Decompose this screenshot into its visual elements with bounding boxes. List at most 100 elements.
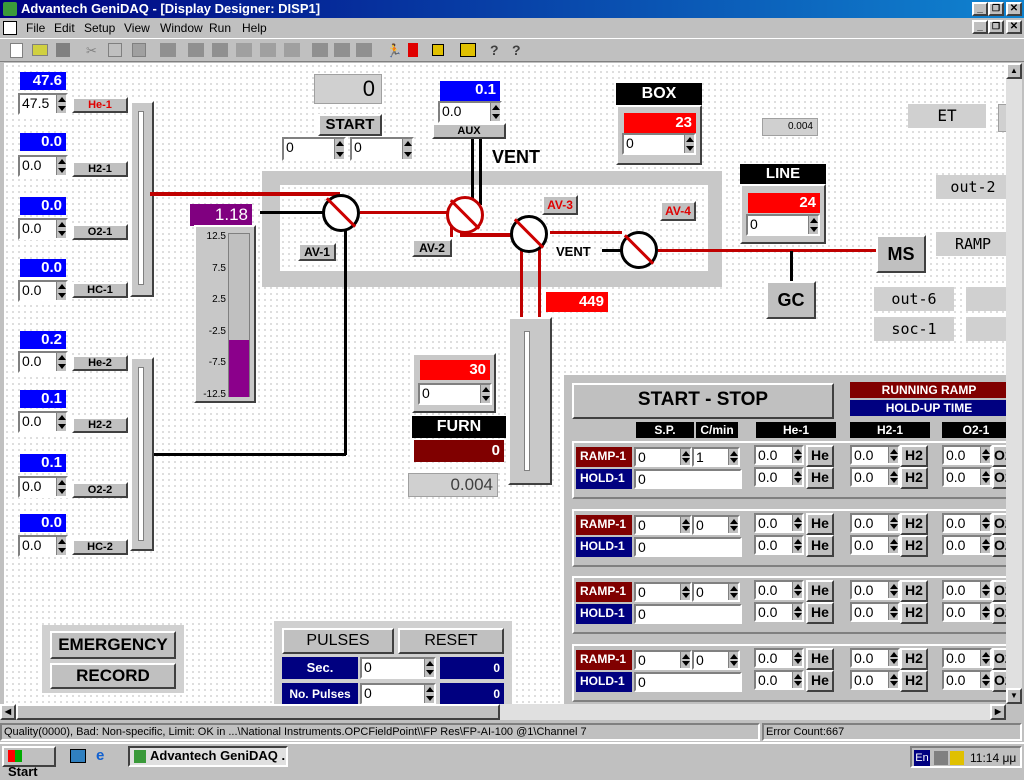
h2-a-spin[interactable] [888, 515, 898, 531]
open-icon[interactable] [32, 44, 48, 56]
tool6-icon[interactable] [284, 43, 300, 57]
h2-button[interactable]: H2 [900, 535, 928, 557]
label-av3[interactable]: AV-3 [542, 195, 578, 215]
gas-spin[interactable] [56, 413, 66, 431]
nopulses-spin[interactable] [424, 685, 434, 703]
child-minimize-button[interactable]: _ [972, 20, 988, 34]
menu-file[interactable]: File [26, 21, 45, 35]
o2-button[interactable]: O2 [992, 580, 1006, 602]
scroll-down-button[interactable]: ▼ [1006, 688, 1022, 704]
start-stop-button[interactable]: START - STOP [572, 383, 834, 419]
cut-icon[interactable]: ✂ [86, 43, 100, 58]
label-et-box[interactable] [998, 104, 1006, 132]
he-button[interactable]: He [806, 648, 834, 670]
gas-label[interactable]: O2-2 [72, 482, 128, 498]
line-spin[interactable] [808, 216, 818, 234]
scroll-up-button[interactable]: ▲ [1006, 63, 1022, 79]
gas-label[interactable]: H2-1 [72, 161, 128, 177]
o2-b-spin[interactable] [980, 604, 990, 620]
menu-help[interactable]: Help [242, 21, 267, 35]
taskbar-app-button[interactable]: Advantech GeniDAQ ... [128, 746, 288, 767]
stop-man-icon[interactable] [408, 43, 418, 57]
h2-b-spin[interactable] [888, 672, 898, 688]
hold-input[interactable]: 0 [634, 604, 742, 624]
vertical-scrollbar[interactable]: ▲ ▼ [1006, 63, 1022, 704]
o2-b-spin[interactable] [980, 537, 990, 553]
he-button[interactable]: He [806, 445, 834, 467]
he-a-spin[interactable] [792, 447, 802, 463]
label-av2[interactable]: AV-2 [412, 239, 452, 257]
ms-box[interactable]: MS [876, 235, 926, 273]
reset-button[interactable]: RESET [398, 628, 504, 654]
context-help-icon[interactable]: ? [512, 42, 526, 58]
new-icon[interactable] [10, 43, 23, 58]
menu-setup[interactable]: Setup [84, 21, 115, 35]
tool9-icon[interactable] [356, 43, 372, 57]
counter-spin-2[interactable] [402, 139, 412, 159]
design-canvas[interactable]: 47.6 47.5 He-1 0.0 0.0 H2-1 0.0 0.0 O2-1 0.… [4, 63, 1006, 704]
quicklaunch-desktop-icon[interactable] [70, 749, 86, 763]
gas-label[interactable]: H2-2 [72, 417, 128, 433]
child-restore-button[interactable]: ❐ [988, 20, 1004, 34]
label-av4[interactable]: AV-4 [660, 201, 696, 221]
tool1-icon[interactable] [160, 43, 176, 57]
gas-spin[interactable] [56, 282, 66, 300]
o2-button[interactable]: O2 [992, 513, 1006, 535]
o2-b-spin[interactable] [980, 672, 990, 688]
tray-app-icon[interactable] [950, 751, 964, 765]
h2-button[interactable]: H2 [900, 445, 928, 467]
ramp-sp-spin[interactable] [680, 652, 690, 668]
scroll-thumb[interactable] [16, 704, 500, 720]
menu-edit[interactable]: Edit [54, 21, 75, 35]
gas-label[interactable]: HC-1 [72, 282, 128, 298]
hold-input[interactable]: 0 [634, 672, 742, 692]
gc-box[interactable]: GC [766, 281, 816, 319]
ramp-sp-spin[interactable] [680, 584, 690, 600]
label-et[interactable]: ET [908, 104, 986, 128]
h2-button[interactable]: H2 [900, 467, 928, 489]
h2-button[interactable]: H2 [900, 670, 928, 692]
ramp-cmin-spin[interactable] [728, 584, 738, 600]
save-icon[interactable] [56, 43, 70, 57]
h2-a-spin[interactable] [888, 447, 898, 463]
valve-av2[interactable] [446, 196, 484, 234]
paste-icon[interactable] [132, 43, 146, 57]
scroll-right-button[interactable]: ▶ [990, 704, 1006, 720]
start-menu-button[interactable]: Start [2, 746, 56, 779]
valve-av1[interactable] [322, 194, 360, 232]
o2-button[interactable]: O2 [992, 445, 1006, 467]
h2-button[interactable]: H2 [900, 648, 928, 670]
language-indicator[interactable]: En [914, 750, 930, 766]
label-out6[interactable]: out-6 [874, 287, 954, 311]
quicklaunch-ie-icon[interactable]: e [96, 748, 112, 764]
gas-spin[interactable] [56, 353, 66, 371]
ramp-cmin-spin[interactable] [728, 652, 738, 668]
label-ramp[interactable]: RAMP [936, 232, 1006, 256]
o2-button[interactable]: O2 [992, 602, 1006, 624]
horizontal-scrollbar[interactable]: ◀ ▶ [0, 704, 1006, 720]
h2-button[interactable]: H2 [900, 602, 928, 624]
he-button[interactable]: He [806, 670, 834, 692]
menu-window[interactable]: Window [160, 21, 203, 35]
soc1-box[interactable] [966, 317, 1006, 341]
h2-b-spin[interactable] [888, 604, 898, 620]
gas-label[interactable]: He-2 [72, 355, 128, 371]
aux-spin[interactable] [490, 103, 500, 121]
tool2-icon[interactable] [188, 43, 204, 57]
close-button[interactable]: ✕ [1006, 2, 1022, 16]
gas-label[interactable]: O2-1 [72, 224, 128, 240]
gas-spin[interactable] [56, 537, 66, 555]
o2-button[interactable]: O2 [992, 467, 1006, 489]
record-button[interactable]: RECORD [50, 663, 176, 689]
o2-a-spin[interactable] [980, 582, 990, 598]
he-b-spin[interactable] [792, 604, 802, 620]
h2-b-spin[interactable] [888, 537, 898, 553]
label-out2[interactable]: out-2 [936, 175, 1006, 199]
o2-a-spin[interactable] [980, 650, 990, 666]
he-b-spin[interactable] [792, 537, 802, 553]
menu-view[interactable]: View [124, 21, 150, 35]
counter-spin-1[interactable] [334, 139, 344, 159]
restore-button[interactable]: ❐ [988, 2, 1004, 16]
he-button[interactable]: He [806, 602, 834, 624]
label-av1[interactable]: AV-1 [298, 243, 336, 261]
